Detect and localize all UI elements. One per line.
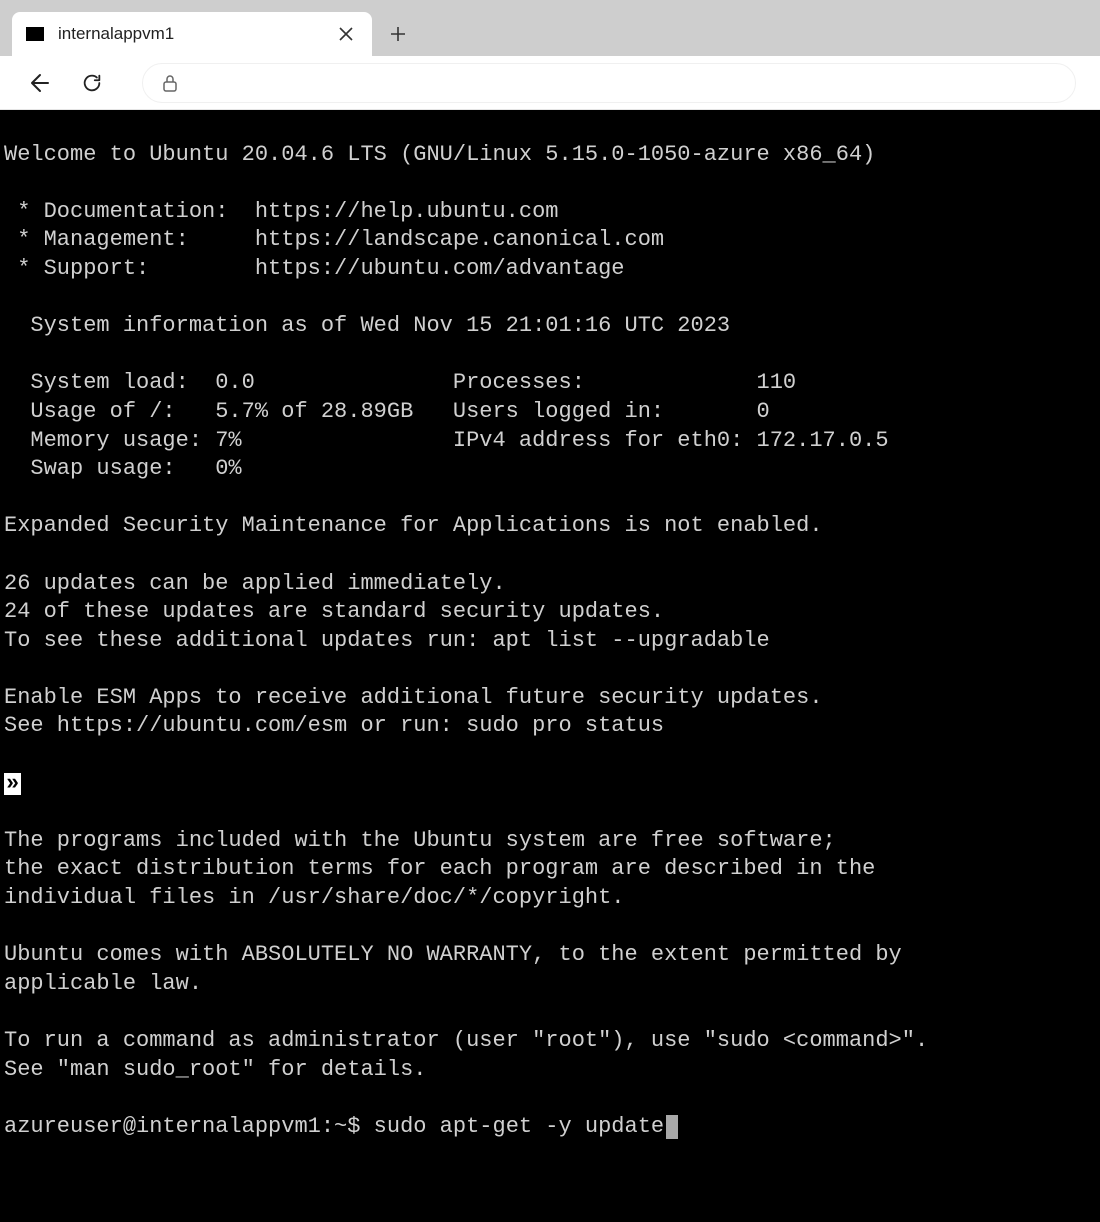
motd-welcome: Welcome to Ubuntu 20.04.6 LTS (GNU/Linux… xyxy=(4,142,875,167)
sysinfo-header: System information as of Wed Nov 15 21:0… xyxy=(4,313,730,338)
sysinfo-line: Usage of /: 5.7% of 28.89GB Users logged… xyxy=(4,399,770,424)
legal-line: applicable law. xyxy=(4,971,202,996)
legal-line: the exact distribution terms for each pr… xyxy=(4,856,875,881)
tab-bar: internalappvm1 xyxy=(0,0,1100,56)
plus-icon xyxy=(390,26,406,42)
shell-prompt: azureuser@internalappvm1:~$ sudo apt-get… xyxy=(4,1114,678,1139)
tab-title: internalappvm1 xyxy=(58,24,320,44)
prompt-text: azureuser@internalappvm1:~$ xyxy=(4,1114,374,1139)
updates-line: To see these additional updates run: apt… xyxy=(4,628,770,653)
sudo-hint-line: See "man sudo_root" for details. xyxy=(4,1057,426,1082)
sysinfo-line: System load: 0.0 Processes: 110 xyxy=(4,370,796,395)
tab-favicon-icon xyxy=(26,27,44,41)
browser-tab[interactable]: internalappvm1 xyxy=(12,12,372,56)
back-button[interactable] xyxy=(24,69,52,97)
arrow-left-icon xyxy=(26,71,50,95)
close-icon xyxy=(339,27,353,41)
esm-line: See https://ubuntu.com/esm or run: sudo … xyxy=(4,713,664,738)
chevrons-icon: » xyxy=(4,773,21,795)
new-tab-button[interactable] xyxy=(378,14,418,54)
cursor-icon xyxy=(666,1115,678,1139)
motd-doc-link: * Documentation: https://help.ubuntu.com xyxy=(4,199,559,224)
terminal-output[interactable]: Welcome to Ubuntu 20.04.6 LTS (GNU/Linux… xyxy=(0,110,1100,1222)
lock-icon xyxy=(161,74,179,92)
address-bar[interactable] xyxy=(142,63,1076,103)
legal-line: Ubuntu comes with ABSOLUTELY NO WARRANTY… xyxy=(4,942,902,967)
sysinfo-line: Memory usage: 7% IPv4 address for eth0: … xyxy=(4,428,889,453)
refresh-icon xyxy=(81,72,103,94)
sysinfo-line: Swap usage: 0% xyxy=(4,456,242,481)
updates-line: 24 of these updates are standard securit… xyxy=(4,599,664,624)
esm-line: Enable ESM Apps to receive additional fu… xyxy=(4,685,823,710)
legal-line: individual files in /usr/share/doc/*/cop… xyxy=(4,885,625,910)
esm-line: Expanded Security Maintenance for Applic… xyxy=(4,513,823,538)
updates-line: 26 updates can be applied immediately. xyxy=(4,571,506,596)
command-input[interactable]: sudo apt-get -y update xyxy=(374,1114,664,1139)
motd-support-link: * Support: https://ubuntu.com/advantage xyxy=(4,256,625,281)
legal-line: The programs included with the Ubuntu sy… xyxy=(4,828,836,853)
refresh-button[interactable] xyxy=(78,69,106,97)
sudo-hint-line: To run a command as administrator (user … xyxy=(4,1028,928,1053)
browser-toolbar xyxy=(0,56,1100,110)
motd-mgmt-link: * Management: https://landscape.canonica… xyxy=(4,227,664,252)
close-tab-button[interactable] xyxy=(334,22,358,46)
